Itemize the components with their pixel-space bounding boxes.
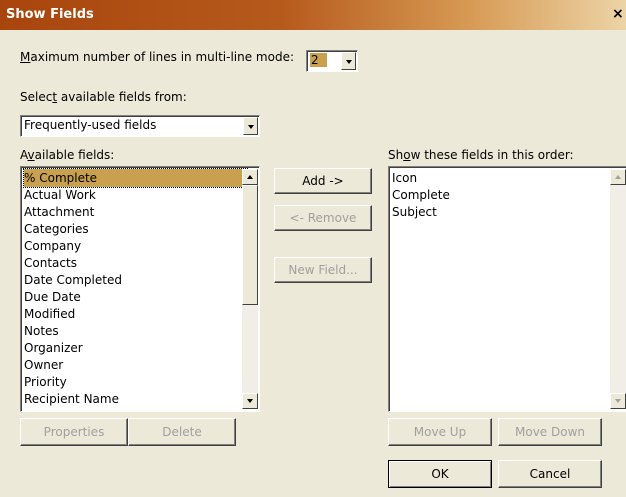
- shown-label-a: Sh: [388, 148, 404, 162]
- new-field-button-label: New Field...: [288, 263, 358, 277]
- available-list-item[interactable]: Recipient Name: [24, 390, 119, 408]
- close-icon[interactable]: ×: [612, 5, 626, 23]
- available-list-item[interactable]: Attachment: [24, 203, 94, 221]
- shown-list-item[interactable]: Icon: [392, 169, 417, 187]
- move-up-button[interactable]: Move Up: [388, 418, 492, 446]
- shown-fields-list[interactable]: Icon Complete Subject: [388, 166, 626, 412]
- available-list-item[interactable]: Actual Work: [24, 186, 96, 204]
- add-button-label: Add ->: [302, 174, 344, 188]
- available-scrollbar[interactable]: [242, 169, 258, 409]
- shown-scrollbar[interactable]: [610, 169, 626, 409]
- properties-button[interactable]: Properties: [20, 418, 128, 446]
- max-lines-label-text: aximum number of lines in multi-line mod…: [30, 50, 294, 64]
- available-label-b: ailable fields:: [34, 148, 115, 162]
- max-lines-label-mnemonic: M: [20, 50, 31, 64]
- available-list-item[interactable]: % Complete: [22, 168, 249, 188]
- chevron-down-icon[interactable]: [243, 117, 258, 135]
- move-down-button[interactable]: Move Down: [498, 418, 602, 446]
- select-from-label-a: Selec: [20, 90, 53, 104]
- scroll-down-icon[interactable]: [242, 393, 258, 409]
- available-label-a: A: [20, 148, 28, 162]
- max-lines-value: 2: [310, 53, 327, 67]
- available-list-item[interactable]: Notes: [24, 322, 59, 340]
- chevron-down-icon[interactable]: [341, 52, 356, 70]
- cancel-button-label: Cancel: [529, 467, 571, 481]
- field-set-value: Frequently-used fields: [24, 118, 157, 132]
- shown-list-item[interactable]: Subject: [392, 203, 437, 221]
- available-list-item[interactable]: Owner: [24, 356, 63, 374]
- cancel-button[interactable]: Cancel: [498, 460, 602, 488]
- available-list-item[interactable]: Due Date: [24, 288, 81, 306]
- select-from-label-b: available fields from:: [57, 90, 187, 104]
- available-list-item[interactable]: Contacts: [24, 254, 77, 272]
- ok-button[interactable]: OK: [388, 460, 492, 488]
- shown-list-item[interactable]: Complete: [392, 186, 450, 204]
- scroll-thumb[interactable]: [242, 185, 258, 305]
- available-list-item[interactable]: Date Completed: [24, 271, 122, 289]
- available-list-item[interactable]: Organizer: [24, 339, 83, 357]
- max-lines-select[interactable]: 2: [306, 50, 358, 72]
- title-bar[interactable]: Show Fields ×: [0, 0, 626, 30]
- available-fields-list[interactable]: % Complete Actual Work Attachment Categorie…: [20, 166, 260, 412]
- new-field-button[interactable]: New Field...: [274, 257, 372, 283]
- shown-label-b: w these fields in this order:: [410, 148, 574, 162]
- delete-button[interactable]: Delete: [128, 418, 236, 446]
- properties-button-label: Properties: [43, 425, 105, 439]
- field-set-select[interactable]: Frequently-used fields: [20, 115, 260, 137]
- available-list-item[interactable]: Modified: [24, 305, 75, 323]
- available-list-item[interactable]: Priority: [24, 373, 67, 391]
- scroll-up-icon[interactable]: [242, 169, 258, 185]
- remove-button[interactable]: <- Remove: [274, 205, 372, 231]
- scroll-up-icon[interactable]: [610, 169, 626, 185]
- window-title: Show Fields: [6, 7, 94, 22]
- move-up-button-label: Move Up: [413, 425, 467, 439]
- available-label-mnemonic: v: [27, 148, 35, 162]
- shown-label-mnemonic: o: [403, 148, 411, 162]
- available-fields-label: Available fields:: [20, 148, 114, 162]
- delete-button-label: Delete: [162, 425, 202, 439]
- shown-fields-label: Show these fields in this order:: [388, 148, 574, 162]
- move-down-button-label: Move Down: [515, 425, 585, 439]
- available-list-item[interactable]: Company: [24, 237, 81, 255]
- scroll-down-icon[interactable]: [610, 393, 626, 409]
- remove-button-label: <- Remove: [289, 211, 357, 225]
- ok-button-label: OK: [431, 467, 449, 481]
- available-list-item[interactable]: Categories: [24, 220, 89, 238]
- max-lines-label: Maximum number of lines in multi-line mo…: [20, 50, 294, 64]
- select-from-label: Select available fields from:: [20, 90, 187, 104]
- add-button[interactable]: Add ->: [274, 168, 372, 194]
